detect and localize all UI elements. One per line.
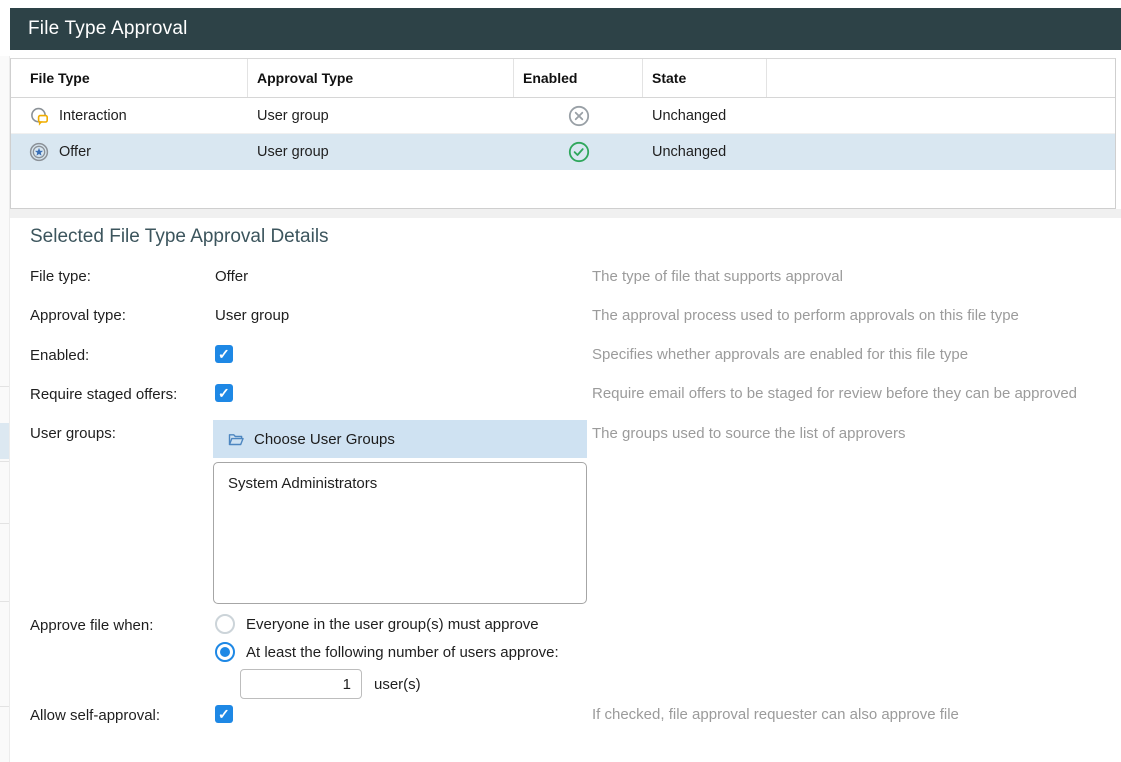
approval-type-help: The approval process used to perform app… — [592, 307, 1019, 324]
details-panel: Selected File Type Approval Details File… — [10, 218, 1121, 762]
cropped-panel-highlight — [0, 423, 9, 459]
allow-self-approval-help: If checked, file approval requester can … — [592, 706, 959, 723]
divider — [0, 523, 9, 524]
user-groups-list[interactable]: System Administrators — [213, 462, 587, 604]
enabled-cell — [514, 134, 643, 170]
require-staged-label: Require staged offers: — [30, 386, 177, 403]
circle-x-icon — [567, 104, 591, 128]
require-staged-help: Require email offers to be staged for re… — [592, 385, 1077, 402]
file-type-name: Offer — [59, 144, 91, 160]
enabled-label: Enabled: — [30, 347, 89, 364]
filler-cell — [767, 134, 1115, 170]
table-row-offer[interactable]: Offer User group Unchanged — [11, 134, 1115, 170]
filler-cell — [767, 98, 1115, 133]
state-cell: Unchanged — [643, 98, 767, 133]
divider — [0, 386, 9, 387]
file-type-value: Offer — [215, 268, 248, 285]
approve-when-label: Approve file when: — [30, 617, 153, 634]
file-type-cell: Interaction — [11, 98, 248, 133]
allow-self-approval-checkbox[interactable] — [215, 705, 233, 723]
radio-option-at-least[interactable]: At least the following number of users a… — [215, 642, 559, 662]
choose-user-groups-label: Choose User Groups — [254, 431, 395, 448]
table-header-row: File Type Approval Type Enabled State — [11, 59, 1115, 97]
radio-option-at-least-label: At least the following number of users a… — [246, 644, 559, 661]
require-staged-checkbox[interactable] — [215, 384, 233, 402]
offer-file-icon — [29, 142, 49, 162]
enabled-cell — [514, 98, 643, 133]
approver-count-row: user(s) — [240, 669, 421, 699]
file-type-help: The type of file that supports approval — [592, 268, 843, 285]
state-cell: Unchanged — [643, 134, 767, 170]
details-heading: Selected File Type Approval Details — [30, 226, 329, 248]
divider — [0, 461, 9, 462]
table-row-interaction[interactable]: Interaction User group Unchanged — [11, 98, 1115, 134]
user-group-item[interactable]: System Administrators — [214, 463, 586, 504]
radio-unselected-icon[interactable] — [215, 614, 235, 634]
file-type-name: Interaction — [59, 108, 127, 124]
approval-type-cell: User group — [248, 134, 514, 170]
column-header-filler — [767, 59, 1115, 97]
column-header-file-type[interactable]: File Type — [11, 59, 248, 97]
user-groups-help: The groups used to source the list of ap… — [592, 425, 906, 442]
approval-type-value: User group — [215, 307, 289, 324]
radio-option-everyone[interactable]: Everyone in the user group(s) must appro… — [215, 614, 539, 634]
radio-option-everyone-label: Everyone in the user group(s) must appro… — [246, 616, 539, 633]
approver-count-suffix: user(s) — [374, 676, 421, 693]
file-type-label: File type: — [30, 268, 91, 285]
column-header-enabled[interactable]: Enabled — [514, 59, 643, 97]
circle-check-icon — [567, 140, 591, 164]
approver-count-input[interactable] — [240, 669, 362, 699]
radio-selected-icon[interactable] — [215, 642, 235, 662]
panel-title: File Type Approval — [28, 18, 188, 40]
allow-self-approval-label: Allow self-approval: — [30, 707, 160, 724]
panel-splitter — [10, 209, 1121, 218]
open-folder-icon — [227, 430, 245, 448]
user-groups-label: User groups: — [30, 425, 116, 442]
interaction-file-icon — [29, 106, 49, 126]
approval-type-label: Approval type: — [30, 307, 126, 324]
enabled-help: Specifies whether approvals are enabled … — [592, 346, 968, 363]
choose-user-groups-button[interactable]: Choose User Groups — [213, 420, 587, 458]
approval-type-cell: User group — [248, 98, 514, 133]
divider — [0, 601, 9, 602]
cropped-left-panel-edge — [0, 56, 10, 762]
divider — [0, 706, 9, 707]
file-type-table: File Type Approval Type Enabled State In… — [10, 58, 1116, 209]
file-type-cell: Offer — [11, 134, 248, 170]
file-type-approval-window: File Type Approval File Type Approval Ty… — [0, 0, 1121, 762]
column-header-approval-type[interactable]: Approval Type — [248, 59, 514, 97]
enabled-checkbox[interactable] — [215, 345, 233, 363]
panel-title-bar: File Type Approval — [10, 8, 1121, 50]
column-header-state[interactable]: State — [643, 59, 767, 97]
